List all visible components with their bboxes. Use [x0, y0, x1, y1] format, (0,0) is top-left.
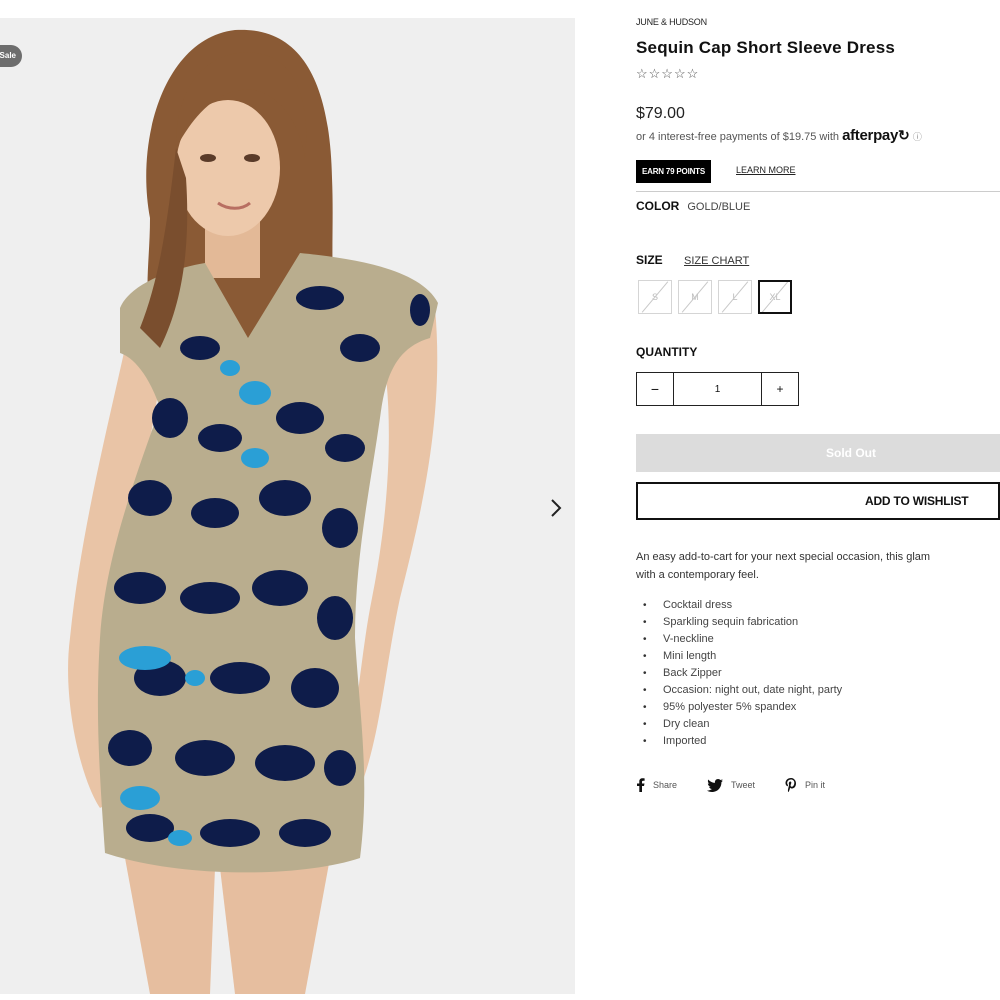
product-price: $79.00 [636, 105, 685, 122]
learn-more-link[interactable]: LEARN MORE [736, 165, 796, 175]
list-item: Imported [643, 733, 842, 750]
twitter-icon [707, 778, 724, 792]
social-share-bar: Share Tweet Pin it [636, 778, 855, 792]
divider [636, 191, 1000, 192]
quantity-input[interactable]: 1 [674, 373, 761, 405]
quantity-stepper: − 1 + [636, 372, 799, 406]
list-item: 95% polyester 5% spandex [643, 699, 842, 716]
share-facebook-link[interactable]: Share [636, 778, 677, 792]
list-item: Back Zipper [643, 665, 842, 682]
rating-stars[interactable]: ☆☆☆☆☆ [636, 66, 699, 82]
afterpay-message: or 4 interest-free payments of $19.75 wi… [636, 127, 922, 144]
share-twitter-link[interactable]: Tweet [707, 778, 755, 792]
size-option-l[interactable]: L [718, 280, 752, 314]
sale-badge: Sale [0, 45, 22, 67]
product-photo [68, 29, 439, 994]
list-item: Occasion: night out, date night, party [643, 682, 842, 699]
color-value: GOLD/BLUE [687, 201, 751, 213]
chevron-right-icon [551, 499, 562, 517]
sold-out-button[interactable]: Sold Out [636, 434, 1000, 472]
info-icon[interactable]: ⓘ [913, 132, 922, 142]
share-pinterest-link[interactable]: Pin it [785, 778, 825, 792]
product-title: Sequin Cap Short Sleeve Dress [636, 38, 895, 57]
earn-points-badge: EARN 79 POINTS [636, 160, 711, 183]
quantity-increase-button[interactable]: + [761, 373, 798, 405]
quantity-decrease-button[interactable]: − [637, 373, 674, 405]
facebook-icon [637, 778, 645, 792]
share-label: Share [653, 780, 678, 790]
list-item: Cocktail dress [643, 597, 842, 614]
size-label: SIZE [636, 253, 663, 267]
quantity-label: QUANTITY [636, 345, 698, 359]
afterpay-loop-icon: ↻ [898, 127, 910, 143]
product-image-gallery: Sale [0, 18, 575, 994]
afterpay-text: or 4 interest-free payments of $19.75 wi… [636, 131, 839, 143]
product-vendor[interactable]: JUNE & HUDSON [636, 17, 707, 27]
pinterest-icon [785, 778, 797, 792]
list-item: Dry clean [643, 716, 842, 733]
color-selector: COLOR GOLD/BLUE [636, 199, 750, 213]
size-option-s[interactable]: S [638, 280, 672, 314]
share-label: Pin it [805, 780, 826, 790]
unavailable-slash [761, 282, 789, 312]
product-description: An easy add-to-cart for your next specia… [636, 548, 1000, 584]
unavailable-slash [721, 281, 749, 313]
share-label: Tweet [731, 780, 756, 790]
afterpay-logo: afterpay [842, 127, 899, 144]
feature-list: Cocktail dress Sparkling sequin fabricat… [636, 597, 842, 750]
list-item: Mini length [643, 648, 842, 665]
unavailable-slash [681, 281, 709, 313]
size-option-m[interactable]: M [678, 280, 712, 314]
description-line: An easy add-to-cart for your next specia… [636, 551, 931, 563]
color-label: COLOR [636, 199, 680, 213]
list-item: V-neckline [643, 631, 842, 648]
unavailable-slash [641, 281, 669, 313]
size-chart-link[interactable]: SIZE CHART [684, 255, 749, 267]
list-item: Sparkling sequin fabrication [643, 614, 842, 631]
next-image-arrow[interactable] [544, 496, 568, 520]
size-options: S M L XL [638, 280, 792, 314]
size-option-xl[interactable]: XL [758, 280, 792, 314]
add-to-wishlist-button[interactable]: ADD TO WISHLIST [636, 482, 1000, 520]
description-line: with a contemporary feel. [636, 569, 759, 581]
